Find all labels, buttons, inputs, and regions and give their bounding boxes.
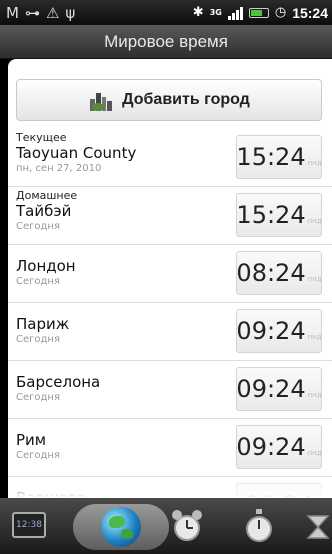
city-time: 09:24 [236, 375, 306, 403]
city-info: Париж Сегодня [16, 315, 69, 346]
warning-icon: ⚠ [45, 3, 60, 22]
tab-desk-clock[interactable]: 12:38 [12, 512, 46, 538]
add-city-label: Добавить город [122, 91, 250, 108]
city-info: Текущее Taoyuan County пн, сен 27, 2010 [16, 131, 136, 175]
city-time: 08:24 [236, 259, 306, 287]
city-row[interactable]: Домашнее Тайбэй Сегодня 15:24 пнд [8, 187, 332, 245]
city-time: 15:24 [236, 201, 306, 229]
system-icons: ✱ 3G ◷ 15:24 [193, 5, 332, 21]
city-row[interactable]: Текущее Taoyuan County пн, сен 27, 2010 15:… [8, 129, 332, 187]
city-info: Лондон Сегодня [16, 257, 76, 288]
world-clock-list[interactable]: Добавить город Текущее Taoyuan County пн, … [8, 59, 332, 498]
city-name: Рим [16, 431, 47, 449]
city-date: Сегодня [16, 450, 60, 461]
city-name: Тайбэй [16, 202, 72, 220]
city-time-box: 09:24 пнд [236, 309, 322, 353]
city-row[interactable]: Париж Сегодня 09:24 пнд [8, 303, 332, 361]
city-name: Taoyuan County [16, 144, 137, 162]
usb-debug-icon: ψ [65, 3, 76, 22]
tab-stopwatch[interactable] [244, 508, 274, 544]
city-date: Сегодня [16, 221, 60, 232]
city-skyline-icon [90, 93, 113, 111]
city-info: Рим Сегодня [16, 431, 60, 462]
tab-world-clock[interactable] [73, 504, 169, 550]
city-date: Сегодня [16, 334, 60, 345]
city-name: Варшава [16, 489, 86, 498]
city-day-label: пнд [307, 391, 322, 399]
city-date: Сегодня [16, 276, 60, 287]
stopwatch-icon [246, 509, 272, 542]
page-title: Мировое время [104, 31, 228, 51]
city-time: 09:24 [236, 433, 306, 461]
city-name: Барселона [16, 373, 101, 391]
city-time: 09:24 [244, 490, 313, 498]
alarm-icon: ◷ [274, 5, 287, 20]
alarm-clock-icon [172, 510, 202, 541]
city-row[interactable]: Рим Сегодня 09:24 пнд [8, 419, 332, 477]
usb-icon: ⊶ [24, 3, 40, 22]
signal-icon [227, 6, 243, 20]
city-info: Варшава [16, 489, 86, 498]
city-time-box: 15:24 пнд [236, 193, 322, 237]
city-day-label: пнд [307, 449, 322, 457]
city-date: пн, сен 27, 2010 [16, 163, 102, 174]
status-bar: M ⊶ ⚠ ψ ✱ 3G ◷ 15:24 [0, 0, 332, 25]
battery-icon [248, 7, 269, 18]
city-time: 15:24 [236, 143, 306, 171]
city-name: Париж [16, 315, 70, 333]
city-info: Барселона Сегодня [16, 373, 100, 404]
city-time-box: 09:24 пнд [236, 367, 322, 411]
globe-icon [101, 507, 141, 547]
timer-icon [306, 515, 330, 539]
city-time-box: 09:24 пнд [236, 425, 322, 469]
city-tag: Текущее [16, 131, 67, 144]
city-time-box: 15:24 пнд [236, 135, 322, 179]
city-row[interactable]: Барселона Сегодня 09:24 пнд [8, 361, 332, 419]
bluetooth-icon: ✱ [192, 5, 204, 20]
city-row[interactable]: Лондон Сегодня 08:24 пнд [8, 245, 332, 303]
city-date: Сегодня [16, 392, 60, 403]
title-bar: Мировое время [0, 25, 332, 59]
city-day-label: пнд [307, 217, 322, 225]
city-time-box: 09:24 [236, 483, 322, 498]
tab-alarm[interactable] [170, 507, 204, 545]
desk-clock-icon: 12:38 [16, 520, 42, 530]
add-city-button[interactable]: Добавить город [16, 79, 322, 121]
city-day-label: пнд [307, 159, 322, 167]
network-type: 3G [209, 7, 222, 17]
notification-icons: M ⊶ ⚠ ψ [0, 4, 75, 22]
city-day-label: пнд [307, 333, 322, 341]
city-day-label: пнд [307, 275, 322, 283]
bottom-tab-bar: 12:38 [0, 498, 332, 554]
city-name: Лондон [16, 257, 76, 275]
city-info: Домашнее Тайбэй Сегодня [16, 189, 77, 233]
city-tag: Домашнее [16, 189, 78, 202]
status-time: 15:24 [292, 4, 328, 21]
tab-timer[interactable] [304, 512, 332, 542]
gmail-icon: M [6, 3, 19, 22]
city-row[interactable]: Варшава 09:24 [8, 477, 332, 498]
city-time-box: 08:24 пнд [236, 251, 322, 295]
city-time: 09:24 [236, 317, 306, 345]
